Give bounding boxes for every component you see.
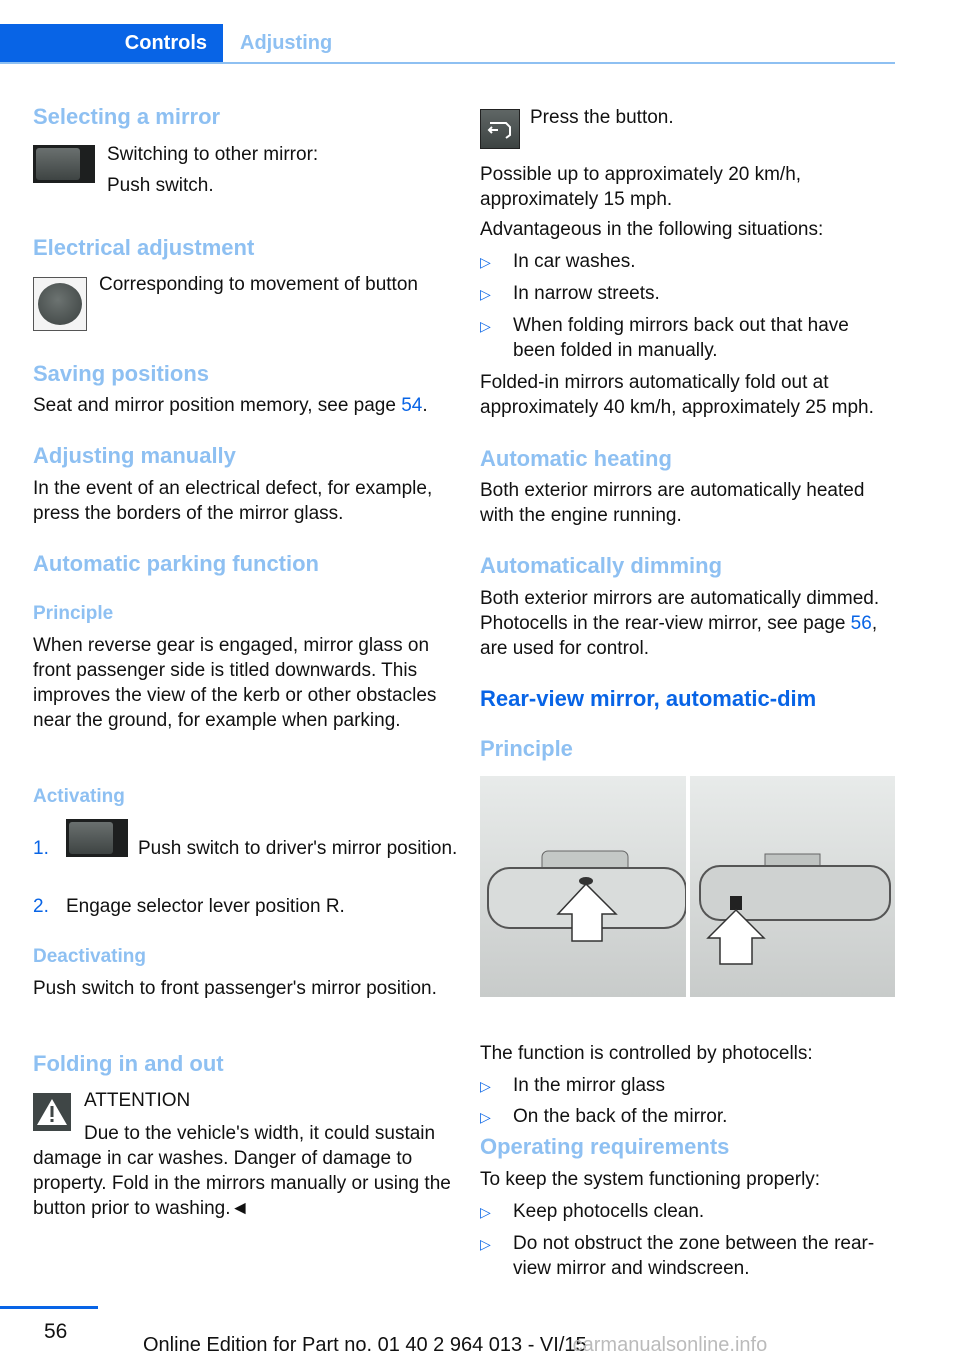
heading-operating-requirements: Operating requirements — [480, 1134, 730, 1159]
photocell-item: ▷ On the back of the mirror. — [480, 1104, 895, 1130]
heading-selecting-mirror: Selecting a mirror — [33, 104, 221, 129]
header-bar: Controls Adjusting — [0, 24, 895, 64]
principle-text: When reverse gear is engaged, mirror gla… — [33, 635, 437, 731]
mirror-switch-icon — [33, 145, 95, 183]
heading-automatically-dimming: Automatically dimming — [480, 553, 723, 578]
footer-edition: Online Edition for Part no. 01 40 2 964 … — [143, 1334, 767, 1357]
warning-text: Due to the vehicle's width, it could sus… — [33, 1123, 451, 1219]
photocell-text: In the mirror glass — [513, 1075, 666, 1096]
bullet-triangle-icon: ▷ — [480, 1204, 491, 1220]
page-link-54[interactable]: 54 — [401, 395, 422, 416]
heading-principle-right: Principle — [480, 736, 573, 761]
fold-mirror-button-icon — [480, 109, 520, 149]
heating-text: Both exterior mirrors are automatically … — [480, 480, 865, 526]
situation-text: When folding mirrors back out that have … — [513, 315, 849, 361]
heading-activating: Activating — [33, 786, 125, 807]
advantageous-text: Advantageous in the following situations… — [480, 219, 824, 240]
step-text: Push switch to driver's mirror position. — [138, 838, 458, 859]
folded-out-text: Folded-in mirrors automatically fold out… — [480, 372, 874, 418]
bullet-triangle-icon: ▷ — [480, 254, 491, 270]
photocell-item: ▷ In the mirror glass — [480, 1073, 895, 1099]
tab-controls[interactable]: Controls — [0, 24, 223, 62]
rearview-mirror-photo — [480, 776, 895, 997]
mirror-back-image — [690, 776, 895, 997]
bullet-triangle-icon: ▷ — [480, 1109, 491, 1125]
dimming-text-body: Both exterior mirrors are automatically … — [480, 588, 880, 634]
dimming-text: Both exterior mirrors are automatically … — [480, 586, 895, 661]
bullet-triangle-icon: ▷ — [480, 1236, 491, 1252]
step-number: 2. — [33, 896, 49, 917]
situation-text: In narrow streets. — [513, 283, 660, 304]
step-text: Engage selector lever position R. — [66, 896, 345, 917]
direction-pad-icon — [33, 277, 87, 331]
saving-text-body: Seat and mirror position memory, see pag… — [33, 395, 402, 416]
heading-rearview-mirror: Rear-view mirror, automatic-dim — [480, 686, 817, 711]
manual-text: In the event of an electrical defect, fo… — [33, 478, 433, 524]
saving-text: Seat and mirror position memory, see pag… — [33, 393, 453, 418]
selecting-line2: Push switch. — [107, 175, 214, 196]
heading-electrical-adjustment: Electrical adjustment — [33, 235, 255, 260]
bullet-triangle-icon: ▷ — [480, 286, 491, 302]
bullet-triangle-icon: ▷ — [480, 318, 491, 334]
controlled-text: The function is controlled by photocells… — [480, 1043, 813, 1064]
possible-text: Possible up to approximately 20 km/h, ap… — [480, 164, 802, 210]
requirement-item: ▷ Keep photocells clean. — [480, 1199, 895, 1225]
heading-automatic-heating: Automatic heating — [480, 446, 672, 471]
bullet-triangle-icon: ▷ — [480, 1078, 491, 1094]
saving-text-end: . — [422, 395, 428, 416]
heading-automatic-parking: Automatic parking function — [33, 551, 319, 576]
edition-text: Online Edition for Part no. 01 40 2 964 … — [143, 1334, 587, 1356]
operating-text: To keep the system functioning properly: — [480, 1169, 821, 1190]
footer-accent-line — [0, 1306, 98, 1309]
mirror-front-image — [480, 776, 687, 997]
situation-text: In car washes. — [513, 251, 636, 272]
heading-saving-positions: Saving positions — [33, 361, 210, 386]
heading-principle-left: Principle — [33, 603, 114, 624]
heading-adjusting-manually: Adjusting manually — [33, 443, 236, 468]
requirement-text: Keep photocells clean. — [513, 1201, 705, 1222]
heading-deactivating: Deactivating — [33, 946, 146, 967]
electrical-text: Corresponding to movement of button — [99, 274, 418, 295]
photocell-text: On the back of the mirror. — [513, 1106, 728, 1127]
situation-item: ▷ In narrow streets. — [480, 281, 895, 307]
requirement-item: ▷ Do not obstruct the zone between the re… — [480, 1231, 895, 1279]
watermark: carmanualsonline.info — [572, 1334, 768, 1356]
page-link-56[interactable]: 56 — [851, 613, 872, 634]
situation-item: ▷ In car washes. — [480, 249, 895, 275]
situation-item: ▷ When folding mirrors back out that have… — [480, 313, 895, 361]
attention-label: ATTENTION — [84, 1090, 191, 1111]
press-button-text: Press the button. — [530, 107, 674, 128]
tab-adjusting[interactable]: Adjusting — [240, 24, 332, 62]
mirror-switch-icon — [66, 819, 128, 857]
step-number: 1. — [33, 838, 49, 859]
page-number: 56 — [44, 1320, 68, 1343]
selecting-line1: Switching to other mirror: — [107, 144, 319, 165]
requirement-text: Do not obstruct the zone between the rea… — [513, 1233, 875, 1279]
heading-folding: Folding in and out — [33, 1051, 224, 1076]
deactivating-text: Push switch to front passenger's mirror … — [33, 978, 437, 999]
